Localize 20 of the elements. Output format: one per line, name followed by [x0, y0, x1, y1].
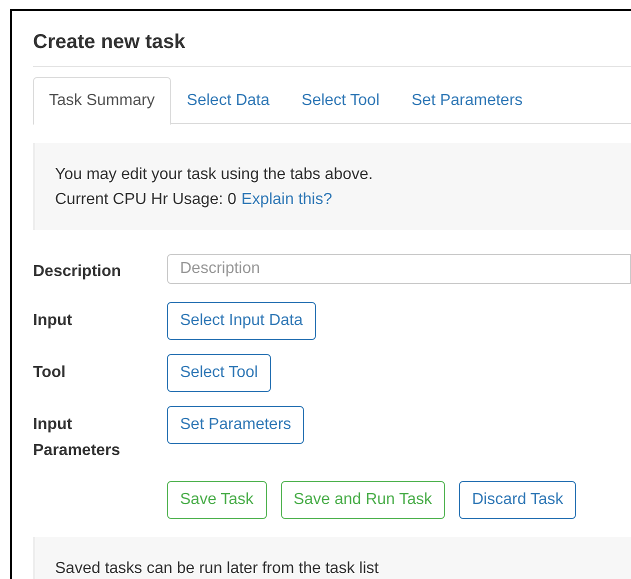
explain-link[interactable]: Explain this? — [241, 187, 332, 212]
field-label: Description — [33, 262, 122, 282]
select-button[interactable]: Select Tool — [167, 354, 271, 392]
note-text: Saved tasks can be run later from the task list — [55, 559, 379, 579]
cpu-usage-text: Current CPU Hr Usage: 0 — [55, 190, 236, 210]
tab[interactable]: Select Tool — [286, 77, 396, 124]
tab[interactable]: Set Parameters — [396, 77, 539, 124]
select-button[interactable]: Select Input Data — [167, 302, 316, 340]
panel-title: Create new task — [33, 30, 186, 55]
select-button[interactable]: Set Parameters — [167, 406, 304, 444]
field-label: Tool — [33, 363, 67, 383]
field-label: Input — [33, 311, 74, 331]
action-button[interactable]: Save Task — [167, 481, 267, 519]
info-text: You may edit your task using the tabs above. — [55, 165, 373, 185]
action-button[interactable]: Save and Run Task — [280, 481, 445, 519]
field-label: Input Parameters — [33, 415, 122, 461]
action-button[interactable]: Discard Task — [459, 481, 576, 519]
description-field[interactable]: Description — [167, 254, 631, 284]
tab[interactable]: Task Summary — [33, 77, 171, 125]
tab[interactable]: Select Data — [170, 77, 286, 124]
